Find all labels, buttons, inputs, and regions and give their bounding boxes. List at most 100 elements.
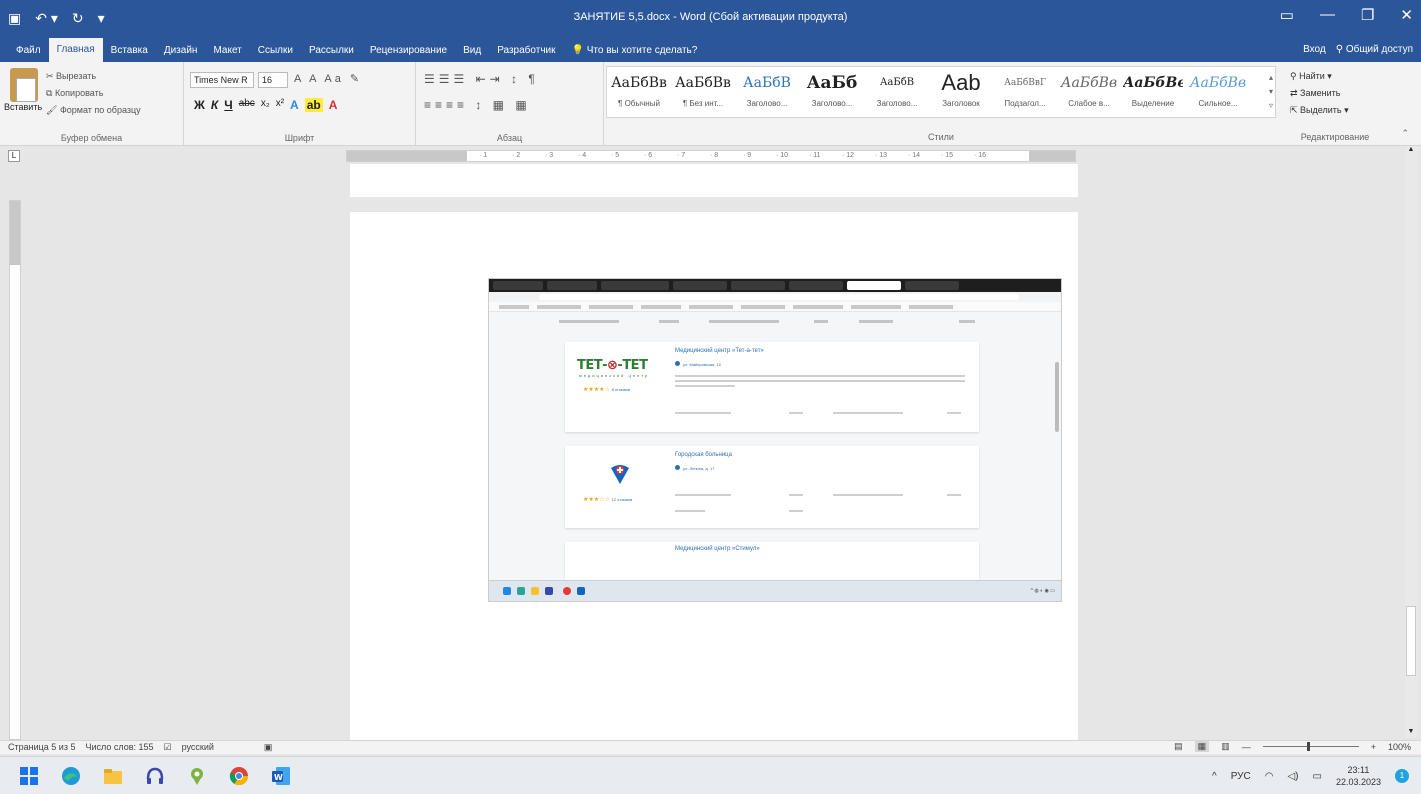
price-line bbox=[675, 412, 731, 414]
subscript-button[interactable]: x₂ bbox=[261, 98, 270, 112]
tray-chevron-icon[interactable]: ^ bbox=[1212, 771, 1217, 782]
file-explorer-icon[interactable] bbox=[102, 765, 124, 787]
tab-mailings[interactable]: Рассылки bbox=[301, 40, 362, 62]
tab-home[interactable]: Главная bbox=[48, 38, 103, 62]
style-intense-emphasis[interactable]: АаБбВв Сильное... bbox=[1187, 67, 1249, 119]
style-subtitle[interactable]: АаБбВвГ Подзагол... bbox=[995, 67, 1055, 119]
text-effects-icon[interactable]: A bbox=[290, 98, 299, 112]
clinic-card[interactable]: ТЕТ-⊗-ТЕТ медицинский центр ★★★★☆ 8 отзы… bbox=[565, 342, 979, 432]
vertical-scrollbar[interactable]: ▲ ▼ bbox=[1405, 146, 1417, 738]
find-button[interactable]: ⚲ Найти ▾ bbox=[1290, 68, 1349, 85]
print-layout-icon[interactable]: ▦ bbox=[1194, 741, 1210, 752]
maps-icon[interactable] bbox=[186, 765, 208, 787]
tab-layout[interactable]: Макет bbox=[205, 40, 249, 62]
copy-button[interactable]: ⧉ Копировать bbox=[46, 85, 141, 102]
clinic-address[interactable]: ул. Майоровская, 10 bbox=[683, 362, 721, 367]
tab-design[interactable]: Дизайн bbox=[156, 40, 206, 62]
tab-references[interactable]: Ссылки bbox=[250, 40, 301, 62]
paste-button[interactable]: Вставить bbox=[4, 102, 42, 112]
replace-button[interactable]: ⇄ Заменить bbox=[1290, 85, 1349, 102]
volume-icon[interactable]: ◁) bbox=[1287, 771, 1298, 782]
scroll-down-icon[interactable]: ▼ bbox=[1405, 728, 1417, 738]
tab-developer[interactable]: Разработчик bbox=[489, 40, 563, 62]
select-button[interactable]: ⇱ Выделить ▾ bbox=[1290, 102, 1349, 119]
scroll-up-icon[interactable]: ▲ bbox=[1405, 146, 1417, 156]
wifi-icon[interactable]: ◠ bbox=[1265, 771, 1274, 782]
share-button[interactable]: ⚲ Общий доступ bbox=[1336, 38, 1413, 62]
page-count[interactable]: Страница 5 из 5 bbox=[8, 742, 75, 753]
tell-me-search[interactable]: 💡 Что вы хотите сделать? bbox=[564, 40, 706, 62]
font-name-box[interactable]: Times New R bbox=[190, 72, 254, 88]
highlight-icon[interactable]: ab bbox=[304, 98, 323, 112]
location-pin-icon bbox=[675, 361, 680, 366]
tab-selector-icon[interactable]: L bbox=[8, 150, 20, 162]
web-layout-icon[interactable]: ▥ bbox=[1221, 741, 1230, 752]
style-no-spacing[interactable]: АаБбВв ¶ Без инт... bbox=[673, 67, 733, 119]
word-app-icon[interactable]: W bbox=[270, 765, 292, 787]
clinic-address[interactable]: ул. Ленина, д. 17 bbox=[683, 466, 714, 471]
style-emphasis[interactable]: АаБбВв Выделение bbox=[1123, 67, 1183, 119]
cut-button[interactable]: ✂ Вырезать bbox=[46, 68, 141, 85]
font-size-box[interactable]: 16 bbox=[258, 72, 288, 88]
font-color-icon[interactable]: A bbox=[329, 98, 338, 112]
superscript-button[interactable]: x² bbox=[276, 98, 284, 112]
zoom-out-icon[interactable]: — bbox=[1242, 742, 1251, 752]
align-buttons[interactable]: ≡≡≡≡ ↕ ▦ ▦ bbox=[424, 98, 531, 112]
battery-icon[interactable]: ▭ bbox=[1313, 771, 1322, 782]
zoom-level[interactable]: 100% bbox=[1388, 742, 1411, 752]
tab-review[interactable]: Рецензирование bbox=[362, 40, 455, 62]
ruler-right-margin bbox=[1029, 151, 1075, 161]
scissors-icon: ✂ bbox=[46, 71, 57, 81]
style-normal[interactable]: АаБбВв ¶ Обычный bbox=[609, 67, 669, 119]
style-subtle-emphasis[interactable]: АаБбВв Слабое в... bbox=[1059, 67, 1119, 119]
proofing-icon[interactable]: ☑ bbox=[164, 742, 172, 753]
windows-start-icon[interactable] bbox=[18, 765, 40, 787]
scrollbar-thumb[interactable] bbox=[1406, 606, 1416, 676]
strikethrough-button[interactable]: abc bbox=[239, 98, 255, 112]
clinic-card[interactable]: Медицинский центр «Стимул» bbox=[565, 542, 979, 582]
previous-card-row bbox=[559, 320, 979, 323]
tab-insert[interactable]: Вставка bbox=[103, 40, 156, 62]
tab-file[interactable]: Файл bbox=[8, 40, 49, 62]
clinic-title[interactable]: Медицинский центр «Стимул» bbox=[675, 546, 760, 552]
list-buttons[interactable]: ☰☰☰ ⇤⇥ ↕ ¶ bbox=[424, 72, 539, 86]
macro-record-icon[interactable]: ▣ bbox=[264, 742, 273, 753]
edge-icon[interactable] bbox=[60, 765, 82, 787]
browser-tabs bbox=[489, 279, 1061, 292]
paste-icon[interactable] bbox=[10, 68, 38, 102]
style-heading-3[interactable]: АаБбВ Заголово... bbox=[867, 67, 927, 119]
browser-scrollbar bbox=[1055, 362, 1059, 432]
chrome-icon[interactable] bbox=[228, 765, 250, 787]
clinic-title[interactable]: Медицинский центр «Тет-а-тет» bbox=[675, 348, 764, 354]
maximize-button[interactable]: ❐ bbox=[1361, 6, 1374, 24]
clinic-title[interactable]: Городская больница bbox=[675, 452, 732, 458]
style-heading-2[interactable]: АаБб Заголово... bbox=[801, 67, 863, 119]
collapse-ribbon-icon[interactable]: ⌃ bbox=[1401, 128, 1409, 139]
clock[interactable]: 23:11 22.03.2023 bbox=[1336, 764, 1381, 788]
zoom-slider[interactable] bbox=[1262, 742, 1359, 751]
bold-button[interactable]: Ж bbox=[194, 98, 205, 112]
font-grow-shrink-icons[interactable]: A A Aa ✎ bbox=[294, 72, 362, 85]
keyboard-language[interactable]: РУС bbox=[1231, 771, 1251, 782]
ribbon-display-options-icon[interactable]: ▭ bbox=[1280, 6, 1294, 24]
tab-view[interactable]: Вид bbox=[455, 40, 489, 62]
embedded-screenshot[interactable]: ТЕТ-⊗-ТЕТ медицинский центр ★★★★☆ 8 отзы… bbox=[488, 278, 1062, 602]
clinic-card[interactable]: ★★★☆☆ 12 отзывов Городская больница ул. … bbox=[565, 446, 979, 528]
styles-scroll-icon[interactable]: ▴ ▾ ▿ bbox=[1269, 71, 1273, 113]
language-indicator[interactable]: русский bbox=[182, 742, 214, 753]
style-title[interactable]: Aab Заголовок bbox=[931, 67, 991, 119]
headphones-icon[interactable] bbox=[144, 765, 166, 787]
underline-button[interactable]: Ч bbox=[224, 98, 232, 112]
read-mode-icon[interactable]: ▤ bbox=[1174, 741, 1183, 752]
format-painter-button[interactable]: 🖌 Формат по образцу bbox=[46, 102, 141, 119]
word-count[interactable]: Число слов: 155 bbox=[85, 742, 153, 753]
signin-link[interactable]: Вход bbox=[1303, 38, 1326, 62]
minimize-button[interactable]: — bbox=[1320, 6, 1335, 24]
zoom-slider-knob[interactable] bbox=[1306, 742, 1310, 751]
style-heading-1[interactable]: АаБбВ Заголово... bbox=[737, 67, 797, 119]
italic-button[interactable]: К bbox=[211, 98, 218, 112]
document-page[interactable]: ТЕТ-⊗-ТЕТ медицинский центр ★★★★☆ 8 отзы… bbox=[350, 212, 1078, 742]
close-button[interactable]: ✕ bbox=[1400, 6, 1413, 24]
notifications-badge[interactable]: 1 bbox=[1395, 769, 1409, 783]
zoom-in-icon[interactable]: + bbox=[1371, 742, 1376, 752]
